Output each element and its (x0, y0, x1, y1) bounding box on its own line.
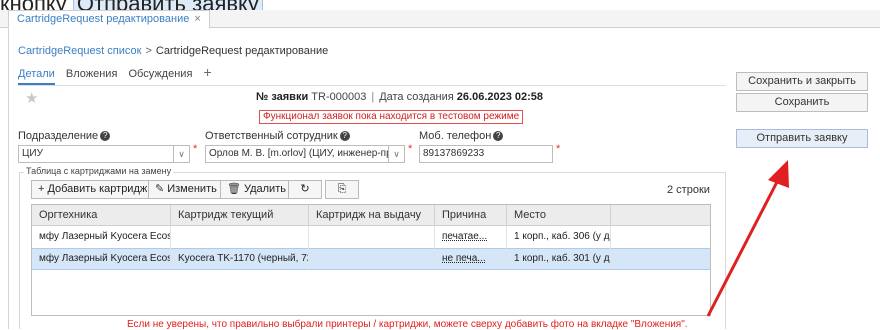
subtab-divider (18, 85, 726, 86)
employee-label: Ответственный сотрудник? (205, 130, 350, 142)
add-cartridge-button[interactable]: + Добавить картридж (31, 180, 155, 199)
request-number: TR-000003 (311, 91, 367, 103)
cell-issue-cartridge (309, 248, 435, 270)
pencil-icon: ✎ (155, 183, 165, 195)
request-info-separator: | (371, 91, 375, 103)
request-created-label: Дата создания (379, 91, 454, 103)
refresh-button[interactable]: ↻ (288, 180, 322, 199)
document-tab-label: CartridgeRequest редактирование (17, 13, 190, 25)
send-request-button[interactable]: Отправить заявку (736, 129, 868, 148)
phone-label-text: Моб. телефон (419, 130, 492, 142)
add-cartridge-label: Добавить картридж (47, 183, 148, 195)
breadcrumb-current: CartridgeRequest редактирование (155, 45, 329, 57)
required-mark: * (193, 143, 198, 155)
arrow-shaft (706, 179, 780, 317)
employee-field[interactable]: Орлов М. В. [m.orlov] (ЦИУ, инженер-прог… (205, 145, 389, 163)
column-header-device[interactable]: Оргтехника (32, 205, 171, 226)
trash-icon: 🗑 (227, 183, 241, 195)
save-button[interactable]: Сохранить (736, 93, 868, 112)
save-and-close-button[interactable]: Сохранить и закрыть (736, 72, 868, 91)
test-mode-warning: Функционал заявок пока находится в тесто… (259, 110, 524, 124)
favorite-star-icon[interactable]: ★ (25, 89, 38, 107)
cell-reason[interactable]: печатае... (435, 226, 507, 248)
plus-icon: + (38, 183, 45, 195)
close-icon[interactable]: × (194, 13, 200, 25)
cell-device: мфу Лазерный Kyocera Ecosys M (32, 248, 171, 270)
arrow-head-icon (768, 160, 789, 188)
help-icon[interactable]: ? (493, 131, 504, 142)
department-field[interactable]: ЦИУ (18, 145, 174, 163)
breadcrumb-separator: > (145, 45, 152, 57)
request-number-label: № заявки (256, 91, 309, 103)
column-header-reason[interactable]: Причина (435, 205, 507, 226)
edit-label: Изменить (167, 183, 217, 195)
cell-device: мфу Лазерный Kyocera Ecosys M (32, 226, 171, 248)
subtab-bar: Детали Вложения Обсуждения + (18, 65, 220, 85)
tab-attachments[interactable]: Вложения (66, 68, 118, 80)
column-header-issue-cartridge[interactable]: Картридж на выдачу (309, 205, 435, 226)
cell-issue-cartridge (309, 226, 435, 248)
help-icon[interactable]: ? (339, 131, 350, 142)
document-tab[interactable]: CartridgeRequest редактирование × (8, 10, 210, 29)
employee-label-text: Ответственный сотрудник (205, 130, 338, 142)
refresh-icon: ↻ (300, 183, 310, 195)
cell-current-cartridge: Kyocera TK-1170 (черный, 7200с (171, 248, 309, 270)
column-header-current-cartridge[interactable]: Картридж текущий (171, 205, 309, 226)
column-header-location[interactable]: Место (507, 205, 611, 226)
delete-button[interactable]: 🗑 Удалить (220, 180, 293, 199)
breadcrumb-link-list[interactable]: CartridgeRequest список (18, 45, 141, 57)
phone-field[interactable]: 89137869233 (419, 145, 553, 163)
request-created-value: 26.06.2023 02:58 (456, 91, 544, 103)
cartridge-table-title: Таблица с картриджами на замену (24, 166, 174, 176)
export-icon: ⎘ (337, 183, 347, 195)
required-mark: * (408, 143, 413, 155)
breadcrumb: CartridgeRequest список > CartridgeRequest… (18, 45, 328, 57)
request-info: № заявки TR-000003 | Дата создания 26.06.2… (256, 91, 543, 103)
annotation-arrow (706, 160, 789, 317)
cell-current-cartridge (171, 226, 309, 248)
required-mark: * (556, 143, 561, 155)
chevron-down-icon[interactable]: ∨ (174, 145, 190, 163)
delete-label: Удалить (243, 183, 286, 195)
tab-discussions[interactable]: Обсуждения (128, 68, 192, 80)
department-label-text: Подразделение (18, 130, 99, 142)
photo-hint-note: Если не уверены, что правильно выбрали п… (127, 319, 688, 330)
export-button[interactable]: ⎘ (325, 180, 359, 199)
tab-details[interactable]: Детали (18, 68, 55, 85)
department-label: Подразделение? (18, 130, 111, 142)
edit-button[interactable]: ✎ Изменить (148, 180, 224, 199)
add-tab-icon[interactable]: + (203, 65, 211, 79)
cell-location: 1 корп., каб. 301 (у двер (507, 248, 611, 270)
help-icon[interactable]: ? (100, 131, 111, 142)
cell-location: 1 корп., каб. 306 (у двер (507, 226, 611, 248)
cell-reason[interactable]: не печа... (435, 248, 507, 270)
chevron-down-icon[interactable]: ∨ (389, 145, 405, 163)
phone-label: Моб. телефон? (419, 130, 504, 142)
